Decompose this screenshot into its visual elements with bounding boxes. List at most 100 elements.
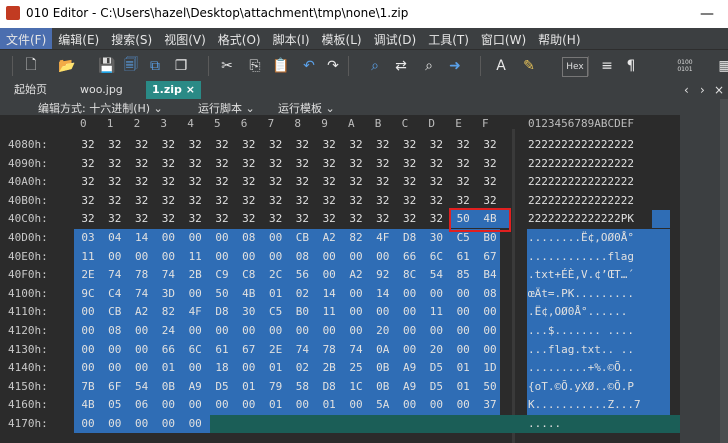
menu-item-8[interactable]: 工具(T)	[422, 28, 475, 49]
open-folder-icon[interactable]: 📂	[58, 57, 76, 75]
hex-byte[interactable]: 00	[450, 341, 476, 359]
hex-byte[interactable]: 00	[343, 248, 369, 266]
hex-byte[interactable]: 00	[263, 248, 289, 266]
hex-byte[interactable]: A9	[397, 359, 423, 377]
hex-byte[interactable]: 32	[423, 136, 449, 154]
hex-byte[interactable]: 32	[102, 136, 128, 154]
hex-byte[interactable]: 6C	[423, 248, 449, 266]
pilcrow-icon[interactable]: ¶	[622, 57, 640, 75]
hex-byte[interactable]: 00	[236, 359, 262, 377]
hex-byte[interactable]: 00	[155, 415, 181, 433]
hex-byte[interactable]: 32	[397, 173, 423, 191]
hex-byte[interactable]: 00	[236, 322, 262, 340]
minimize-button[interactable]: —	[692, 4, 722, 24]
copy-stack-icon[interactable]: ❐	[172, 57, 190, 75]
edit-as-dropdown[interactable]: 编辑方式: 十六进制(H) ⌄	[38, 100, 163, 116]
hex-byte[interactable]: 32	[316, 210, 342, 228]
hex-byte[interactable]: 00	[343, 322, 369, 340]
hex-byte[interactable]: 2C	[263, 266, 289, 284]
hex-byte[interactable]: D8	[397, 229, 423, 247]
hex-byte[interactable]: A2	[129, 303, 155, 321]
hex-byte[interactable]: 11	[423, 303, 449, 321]
hex-byte[interactable]: C8	[236, 266, 262, 284]
hex-byte[interactable]: 00	[129, 341, 155, 359]
hex-byte[interactable]: 82	[343, 229, 369, 247]
tab-woo-jpg[interactable]: woo.jpg	[80, 81, 123, 99]
hex-byte[interactable]: 00	[102, 248, 128, 266]
menu-item-7[interactable]: 调试(D)	[368, 28, 423, 49]
menu-item-2[interactable]: 搜索(S)	[105, 28, 158, 49]
hex-byte[interactable]: 32	[289, 210, 315, 228]
hex-byte[interactable]: 01	[155, 359, 181, 377]
new-file-icon[interactable]: 🗋	[22, 57, 40, 75]
hex-byte[interactable]: 00	[182, 396, 208, 414]
hex-byte[interactable]: 32	[477, 192, 503, 210]
hex-byte[interactable]: 01	[263, 285, 289, 303]
hex-byte[interactable]: 01	[450, 378, 476, 396]
hex-byte[interactable]: CB	[289, 229, 315, 247]
hex-byte[interactable]: 32	[236, 210, 262, 228]
hex-byte[interactable]: 32	[289, 192, 315, 210]
hex-byte[interactable]: 2E	[75, 266, 101, 284]
hex-byte[interactable]: 32	[155, 155, 181, 173]
hex-byte[interactable]: 32	[343, 173, 369, 191]
hex-byte[interactable]: 00	[129, 322, 155, 340]
hex-byte[interactable]: 00	[343, 285, 369, 303]
hex-byte[interactable]: 02	[289, 359, 315, 377]
goto-icon[interactable]: ➜	[446, 57, 464, 75]
hex-byte[interactable]: 32	[182, 192, 208, 210]
menu-item-10[interactable]: 帮助(H)	[532, 28, 586, 49]
hex-byte[interactable]: 5A	[370, 396, 396, 414]
hex-byte[interactable]: 2B	[316, 359, 342, 377]
hex-byte[interactable]: 74	[155, 266, 181, 284]
hex-byte[interactable]: 4F	[370, 229, 396, 247]
hex-byte[interactable]: 32	[450, 192, 476, 210]
hex-byte[interactable]: 82	[155, 303, 181, 321]
hex-byte[interactable]: A2	[316, 229, 342, 247]
hex-byte[interactable]: 00	[263, 229, 289, 247]
hex-byte[interactable]: 00	[182, 229, 208, 247]
hex-byte[interactable]: D5	[423, 359, 449, 377]
hex-byte[interactable]: 00	[450, 322, 476, 340]
hex-byte[interactable]: 32	[423, 155, 449, 173]
hex-byte[interactable]: 32	[370, 210, 396, 228]
hex-byte[interactable]: 32	[316, 155, 342, 173]
hex-byte[interactable]: 00	[102, 415, 128, 433]
menu-item-0[interactable]: 文件(F)	[0, 28, 53, 49]
hex-byte[interactable]: 32	[423, 192, 449, 210]
hex-byte[interactable]: 66	[155, 341, 181, 359]
hex-byte[interactable]: A9	[182, 378, 208, 396]
hex-byte[interactable]: 25	[343, 359, 369, 377]
hex-icon[interactable]: Hex	[562, 57, 588, 77]
hex-byte[interactable]: 32	[182, 155, 208, 173]
hex-byte[interactable]: 66	[397, 248, 423, 266]
hex-byte[interactable]: 01	[263, 359, 289, 377]
hex-byte[interactable]: 2E	[263, 341, 289, 359]
hex-byte[interactable]: 32	[397, 136, 423, 154]
hex-byte[interactable]: 32	[102, 173, 128, 191]
hex-byte[interactable]: 32	[182, 136, 208, 154]
hex-byte[interactable]: 00	[236, 396, 262, 414]
hex-byte[interactable]: 00	[236, 248, 262, 266]
hex-byte[interactable]: 32	[477, 173, 503, 191]
hex-byte[interactable]: 32	[236, 192, 262, 210]
hex-byte[interactable]: 00	[397, 285, 423, 303]
hex-byte[interactable]: 00	[370, 303, 396, 321]
vertical-scrollbar[interactable]	[720, 99, 728, 443]
hex-byte[interactable]: 30	[236, 303, 262, 321]
hex-byte[interactable]: 32	[129, 173, 155, 191]
hex-byte[interactable]: 08	[236, 229, 262, 247]
hex-byte[interactable]: 08	[102, 322, 128, 340]
hex-byte[interactable]: 00	[155, 396, 181, 414]
hex-byte[interactable]: 32	[236, 155, 262, 173]
hex-byte[interactable]: 00	[182, 415, 208, 433]
hex-byte[interactable]: 32	[289, 136, 315, 154]
hex-byte[interactable]: 0B	[370, 378, 396, 396]
hex-byte[interactable]: 32	[263, 173, 289, 191]
hex-byte[interactable]: 32	[289, 173, 315, 191]
hex-byte[interactable]: 00	[477, 303, 503, 321]
hex-byte[interactable]: D5	[209, 378, 235, 396]
run-template-dropdown[interactable]: 运行模板 ⌄	[278, 100, 335, 116]
hex-byte[interactable]: 0A	[370, 341, 396, 359]
calculator-icon[interactable]: ▦	[716, 57, 728, 75]
